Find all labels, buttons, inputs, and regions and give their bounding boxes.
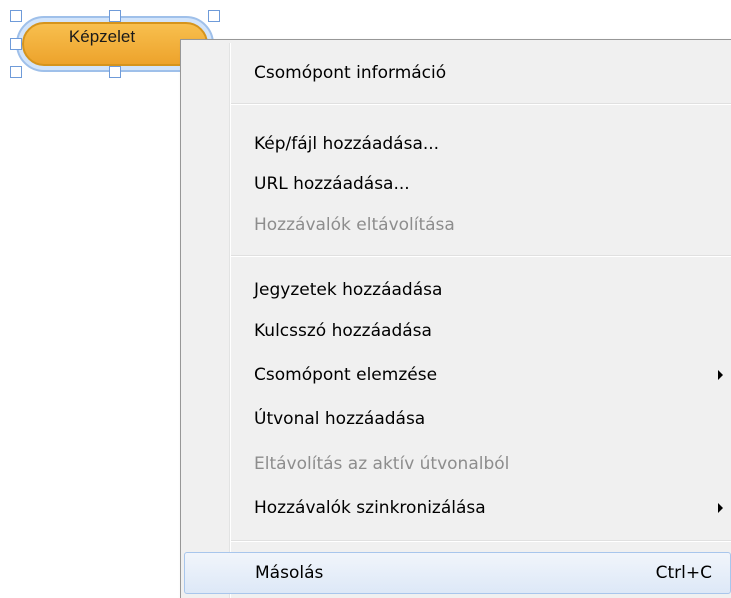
menu-item-add-path[interactable]: Útvonal hozzáadása: [184, 398, 731, 440]
resize-handle-top[interactable]: [109, 10, 121, 22]
resize-handle-bottom[interactable]: [109, 66, 121, 78]
menu-item-add-keyword[interactable]: Kulcsszó hozzáadása: [184, 310, 731, 352]
menu-item-label: Kulcsszó hozzáadása: [254, 321, 432, 341]
menu-item-add-url[interactable]: URL hozzáadása...: [184, 163, 731, 205]
mind-map-canvas[interactable]: Képzelet Csomópont információ Kép/fájl h…: [0, 0, 731, 598]
menu-item-shortcut: Ctrl+C: [655, 563, 712, 583]
context-menu: Csomópont információ Kép/fájl hozzáadása…: [180, 39, 731, 598]
menu-item-sync-attachments[interactable]: Hozzávalók szinkronizálása: [184, 487, 731, 529]
menu-separator: [231, 540, 731, 542]
resize-handle-top-left[interactable]: [10, 10, 22, 22]
submenu-arrow-icon: [718, 370, 723, 380]
menu-item-label: URL hozzáadása...: [254, 174, 410, 194]
menu-item-label: Eltávolítás az aktív útvonalból: [254, 454, 510, 474]
menu-item-label: Másolás: [255, 563, 324, 583]
submenu-arrow-icon: [718, 503, 723, 513]
menu-item-node-info[interactable]: Csomópont információ: [184, 52, 731, 94]
resize-handle-left[interactable]: [10, 38, 22, 50]
node-label: Képzelet: [68, 27, 136, 46]
menu-item-remove-attachments[interactable]: Hozzávalók eltávolítása: [184, 204, 731, 246]
menu-item-add-notes[interactable]: Jegyzetek hozzáadása: [184, 269, 731, 311]
menu-item-copy[interactable]: Másolás Ctrl+C: [184, 552, 731, 594]
menu-separator: [231, 255, 731, 257]
menu-item-label: Jegyzetek hozzáadása: [254, 280, 443, 300]
resize-handle-top-right[interactable]: [208, 10, 220, 22]
menu-item-add-image-file[interactable]: Kép/fájl hozzáadása...: [184, 123, 731, 165]
menu-item-label: Csomópont információ: [254, 63, 447, 83]
menu-separator: [231, 103, 731, 105]
menu-item-label: Csomópont elemzése: [254, 365, 438, 385]
menu-item-label: Hozzávalók eltávolítása: [254, 215, 455, 235]
resize-handle-bottom-left[interactable]: [10, 66, 22, 78]
menu-item-label: Útvonal hozzáadása: [254, 409, 426, 429]
menu-item-label: Hozzávalók szinkronizálása: [254, 498, 486, 518]
menu-item-remove-from-active-path[interactable]: Eltávolítás az aktív útvonalból: [184, 443, 731, 485]
menu-item-label: Kép/fájl hozzáadása...: [254, 134, 440, 154]
menu-item-analyze-node[interactable]: Csomópont elemzése: [184, 354, 731, 396]
